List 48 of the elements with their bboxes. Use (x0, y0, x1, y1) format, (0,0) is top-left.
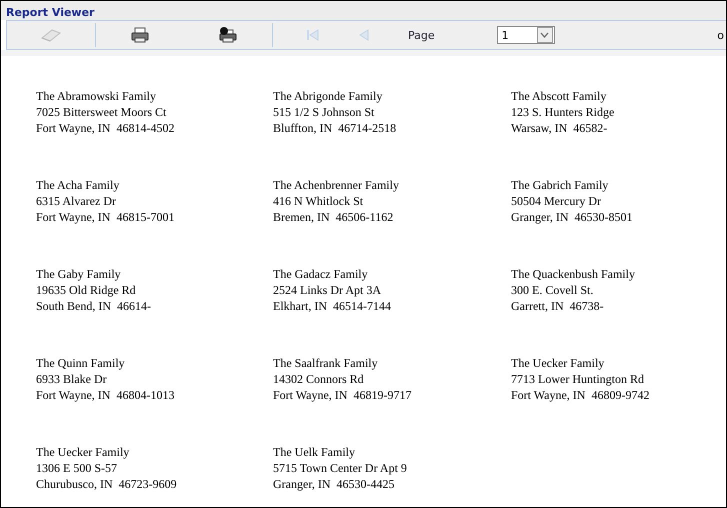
street-address: 6315 Alvarez Dr (36, 193, 117, 209)
family-name: The Abramowski Family (36, 88, 157, 104)
street-address: 7713 Lower Huntington Rd (511, 371, 645, 387)
city-state-zip: Churubusco, IN 46723-9609 (36, 476, 178, 492)
city-state-zip: Fort Wayne, IN 46804-1013 (36, 387, 176, 403)
family-name: The Uecker Family (36, 444, 130, 460)
street-address: 515 1/2 S Johnson St (273, 104, 376, 120)
street-address: 123 S. Hunters Ridge (511, 104, 616, 120)
city-state-zip: Bluffton, IN 46714-2518 (273, 120, 398, 136)
street-address: 2524 Links Dr Apt 3A (273, 282, 382, 298)
city-state-zip: Garrett, IN 46738- (511, 298, 605, 314)
family-name: The Quinn Family (36, 355, 126, 371)
city-state-zip: Granger, IN 46530-4425 (273, 476, 396, 492)
city-state-zip: Fort Wayne, IN 46815-7001 (36, 209, 176, 225)
street-address: 416 N Whitlock St (273, 193, 364, 209)
family-name: The Gabrich Family (511, 177, 610, 193)
city-state-zip: Fort Wayne, IN 46814-4502 (36, 120, 176, 136)
street-address: 1306 E 500 S-57 (36, 460, 118, 476)
city-state-zip: Bremen, IN 46506-1162 (273, 209, 394, 225)
family-name: The Gaby Family (36, 266, 122, 282)
street-address: 50504 Mercury Dr (511, 193, 602, 209)
street-address: 300 E. Covell St. (511, 282, 594, 298)
street-address: 14302 Connors Rd (273, 371, 365, 387)
family-name: The Abrigonde Family (273, 88, 384, 104)
window-title: Report Viewer (6, 6, 94, 20)
street-address: 5715 Town Center Dr Apt 9 (273, 460, 408, 476)
city-state-zip: Warsaw, IN 46582- (511, 120, 608, 136)
printer-icon[interactable] (219, 27, 237, 43)
printer-icon[interactable] (131, 27, 149, 43)
city-state-zip: Elkhart, IN 46514-7144 (273, 298, 392, 314)
family-name: The Quackenbush Family (511, 266, 636, 282)
family-name: The Abscott Family (511, 88, 608, 104)
city-state-zip: Fort Wayne, IN 46819-9717 (273, 387, 412, 403)
street-address: 7025 Bittersweet Moors Ct (36, 104, 168, 120)
city-state-zip: Fort Wayne, IN 46809-9742 (511, 387, 650, 403)
family-name: The Saalfrank Family (273, 355, 379, 371)
family-name: The Achenbrenner Family (273, 177, 400, 193)
family-name: The Gadacz Family (273, 266, 369, 282)
page-dropdown[interactable]: 1 (496, 26, 555, 44)
city-state-zip: South Bend, IN 46614- (36, 298, 152, 314)
family-name: The Uelk Family (273, 444, 356, 460)
toolbar-text: o (717, 28, 724, 42)
family-name: The Acha Family (36, 177, 120, 193)
street-address: 19635 Old Ridge Rd (36, 282, 137, 298)
page-label: Page (408, 28, 435, 42)
city-state-zip: Granger, IN 46530-8501 (511, 209, 634, 225)
family-name: The Uecker Family (511, 355, 606, 371)
street-address: 6933 Blake Dr (36, 371, 108, 387)
